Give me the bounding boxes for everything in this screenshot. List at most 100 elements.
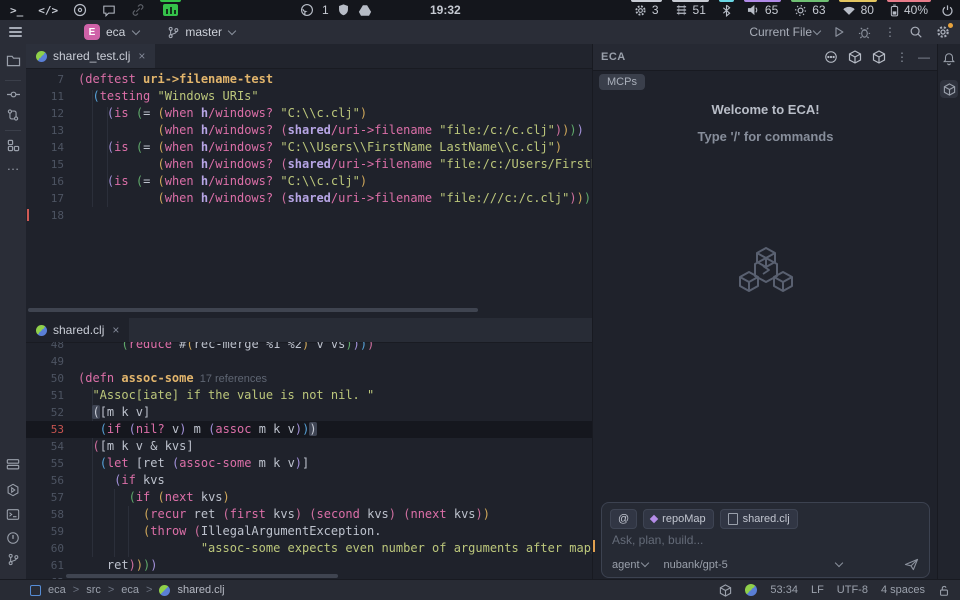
- code-line[interactable]: 56 (if kvs: [26, 472, 618, 489]
- code-editor[interactable]: 48 (reduce #(rec-merge %1 %2) v vs))))49…: [26, 342, 618, 580]
- breadcrumb-item[interactable]: src: [86, 584, 101, 596]
- git-tool-icon[interactable]: [0, 553, 26, 566]
- code-line[interactable]: 59 (throw (IllegalArgumentException.: [26, 523, 618, 540]
- branch-selector[interactable]: master: [167, 25, 235, 39]
- active-workspace-indicator[interactable]: [160, 0, 181, 20]
- more-tool-windows-icon[interactable]: …: [0, 158, 26, 173]
- code-line[interactable]: 51 "Assoc[iate] if the value is not nil.…: [26, 387, 618, 404]
- settings-button[interactable]: [936, 25, 950, 39]
- database-icon[interactable]: [0, 458, 26, 471]
- horizontal-scrollbar[interactable]: [28, 308, 478, 312]
- cube-status-icon[interactable]: [719, 584, 732, 597]
- context-at-chip[interactable]: @: [610, 509, 637, 529]
- brightness-status[interactable]: 63: [791, 0, 828, 20]
- github-icon[interactable]: [300, 3, 314, 17]
- model-selector[interactable]: nubank/gpt-5: [664, 559, 728, 571]
- encoding-widget[interactable]: UTF-8: [837, 584, 868, 596]
- more-actions-button[interactable]: ⋮: [884, 25, 896, 39]
- drive-icon[interactable]: [358, 4, 372, 17]
- search-everywhere-button[interactable]: [909, 25, 923, 39]
- code-line[interactable]: 13 (when h/windows? (shared/uri->filenam…: [26, 122, 618, 139]
- mcp-servers-icon[interactable]: [824, 50, 838, 64]
- line-separator-widget[interactable]: LF: [811, 584, 824, 596]
- code-line[interactable]: 57 (if (next kvs): [26, 489, 618, 506]
- eca-panel-title: ECA: [601, 51, 626, 63]
- tab-shared-clj[interactable]: shared.clj ×: [26, 318, 129, 342]
- bluetooth-status[interactable]: [719, 0, 734, 20]
- code-line[interactable]: 53 (if (nil? v) m (assoc m k v))): [26, 421, 618, 438]
- code-line[interactable]: 49: [26, 353, 618, 370]
- send-button[interactable]: [904, 558, 919, 571]
- problems-icon[interactable]: [0, 531, 26, 545]
- code-line[interactable]: 12 (is (= (when h/windows? "C:\\c.clj"): [26, 105, 618, 122]
- code-line[interactable]: 11 (testing "Windows URIs": [26, 88, 618, 105]
- run-button[interactable]: [833, 26, 845, 38]
- mode-selector[interactable]: agent: [612, 559, 648, 571]
- close-tab-icon[interactable]: ×: [138, 49, 145, 63]
- code-line[interactable]: 14 (is (= (when h/windows? "C:\\Users\\F…: [26, 139, 618, 156]
- code-line[interactable]: 54 ([m k v & kvs]: [26, 438, 618, 455]
- notifications-bell-icon[interactable]: [938, 52, 960, 66]
- services-icon[interactable]: [0, 483, 26, 497]
- code-line[interactable]: 48 (reduce #(rec-merge %1 %2) v vs)))): [26, 342, 618, 353]
- context-file-chip[interactable]: shared.clj: [720, 509, 798, 529]
- code-line[interactable]: 52 ([m k v]: [26, 404, 618, 421]
- shield-icon[interactable]: [337, 3, 350, 17]
- mcps-button[interactable]: MCPs: [599, 74, 645, 90]
- code-line[interactable]: 7(deftest uri->filename-test: [26, 71, 618, 88]
- structure-icon[interactable]: [0, 139, 26, 152]
- gear-status[interactable]: 3: [631, 0, 662, 20]
- chat-input[interactable]: Ask, plan, build...: [612, 533, 703, 547]
- project-badge: E: [84, 24, 100, 40]
- breadcrumb-item[interactable]: shared.clj: [177, 584, 224, 596]
- minimize-panel-icon[interactable]: —: [918, 50, 930, 64]
- run-config-selector[interactable]: Current File: [749, 25, 820, 39]
- code-line[interactable]: 50(defn assoc-some 17 references: [26, 370, 618, 387]
- code-line[interactable]: 60 "assoc-some expects even number of ar…: [26, 540, 618, 557]
- branch-name: master: [185, 25, 222, 39]
- terminal-icon[interactable]: >_: [10, 4, 23, 17]
- line-number: 61: [26, 557, 64, 574]
- helm-icon[interactable]: [73, 3, 87, 17]
- code-line[interactable]: 15 (when h/windows? (shared/uri->filenam…: [26, 156, 618, 173]
- power-icon[interactable]: [941, 4, 954, 17]
- code-line[interactable]: 58 (recur ret (first kvs) (second kvs) (…: [26, 506, 618, 523]
- volume-status[interactable]: 65: [744, 0, 781, 20]
- project-selector[interactable]: E eca: [84, 24, 139, 40]
- eca-tool-icon[interactable]: [940, 80, 958, 98]
- commit-icon[interactable]: [0, 88, 26, 101]
- context-repomap-chip[interactable]: repoMap: [643, 509, 713, 529]
- project-view-icon[interactable]: [0, 54, 26, 67]
- main-menu-icon[interactable]: [9, 27, 22, 37]
- code-editor[interactable]: 7(deftest uri->filename-test11 (testing …: [26, 68, 618, 318]
- terminal-tool-icon[interactable]: [0, 508, 26, 521]
- breadcrumb-item[interactable]: eca: [121, 584, 139, 596]
- breadcrumb-item[interactable]: eca: [48, 584, 66, 596]
- link-icon[interactable]: [131, 3, 145, 17]
- wifi-status[interactable]: 80: [839, 0, 877, 20]
- battery-status[interactable]: 40%: [887, 0, 931, 20]
- panel-options-icon[interactable]: ⋮: [896, 50, 908, 64]
- chat-bubble-icon[interactable]: [102, 4, 116, 17]
- unlock-icon[interactable]: [938, 584, 950, 597]
- cube-outline-icon[interactable]: [872, 50, 886, 64]
- stack-status[interactable]: 51: [672, 0, 709, 20]
- editor-tabbar: shared_test.clj ×: [26, 44, 618, 69]
- debug-button[interactable]: [858, 26, 871, 39]
- pull-requests-icon[interactable]: [0, 108, 26, 122]
- caret-position-widget[interactable]: 53:34: [770, 584, 798, 596]
- cube-icon[interactable]: [848, 50, 862, 64]
- close-tab-icon[interactable]: ×: [112, 323, 119, 337]
- code-line[interactable]: 18: [26, 207, 618, 224]
- editor-shared: shared.clj × 48 (reduce #(rec-merge %1 %…: [26, 318, 618, 580]
- indent-widget[interactable]: 4 spaces: [881, 584, 925, 596]
- code-icon[interactable]: </>: [38, 4, 58, 17]
- horizontal-scrollbar[interactable]: [66, 574, 338, 578]
- tab-shared-test-clj[interactable]: shared_test.clj ×: [26, 44, 155, 68]
- chevron-down-icon[interactable]: [835, 559, 843, 567]
- code-line[interactable]: 17 (when h/windows? (shared/uri->filenam…: [26, 190, 618, 207]
- code-line[interactable]: 55 (let [ret (assoc-some m k v)]: [26, 455, 618, 472]
- code-line[interactable]: 16 (is (= (when h/windows? "C:\\c.clj"): [26, 173, 618, 190]
- code-line[interactable]: 61 ret)))): [26, 557, 618, 574]
- clojure-status-icon[interactable]: [745, 584, 757, 596]
